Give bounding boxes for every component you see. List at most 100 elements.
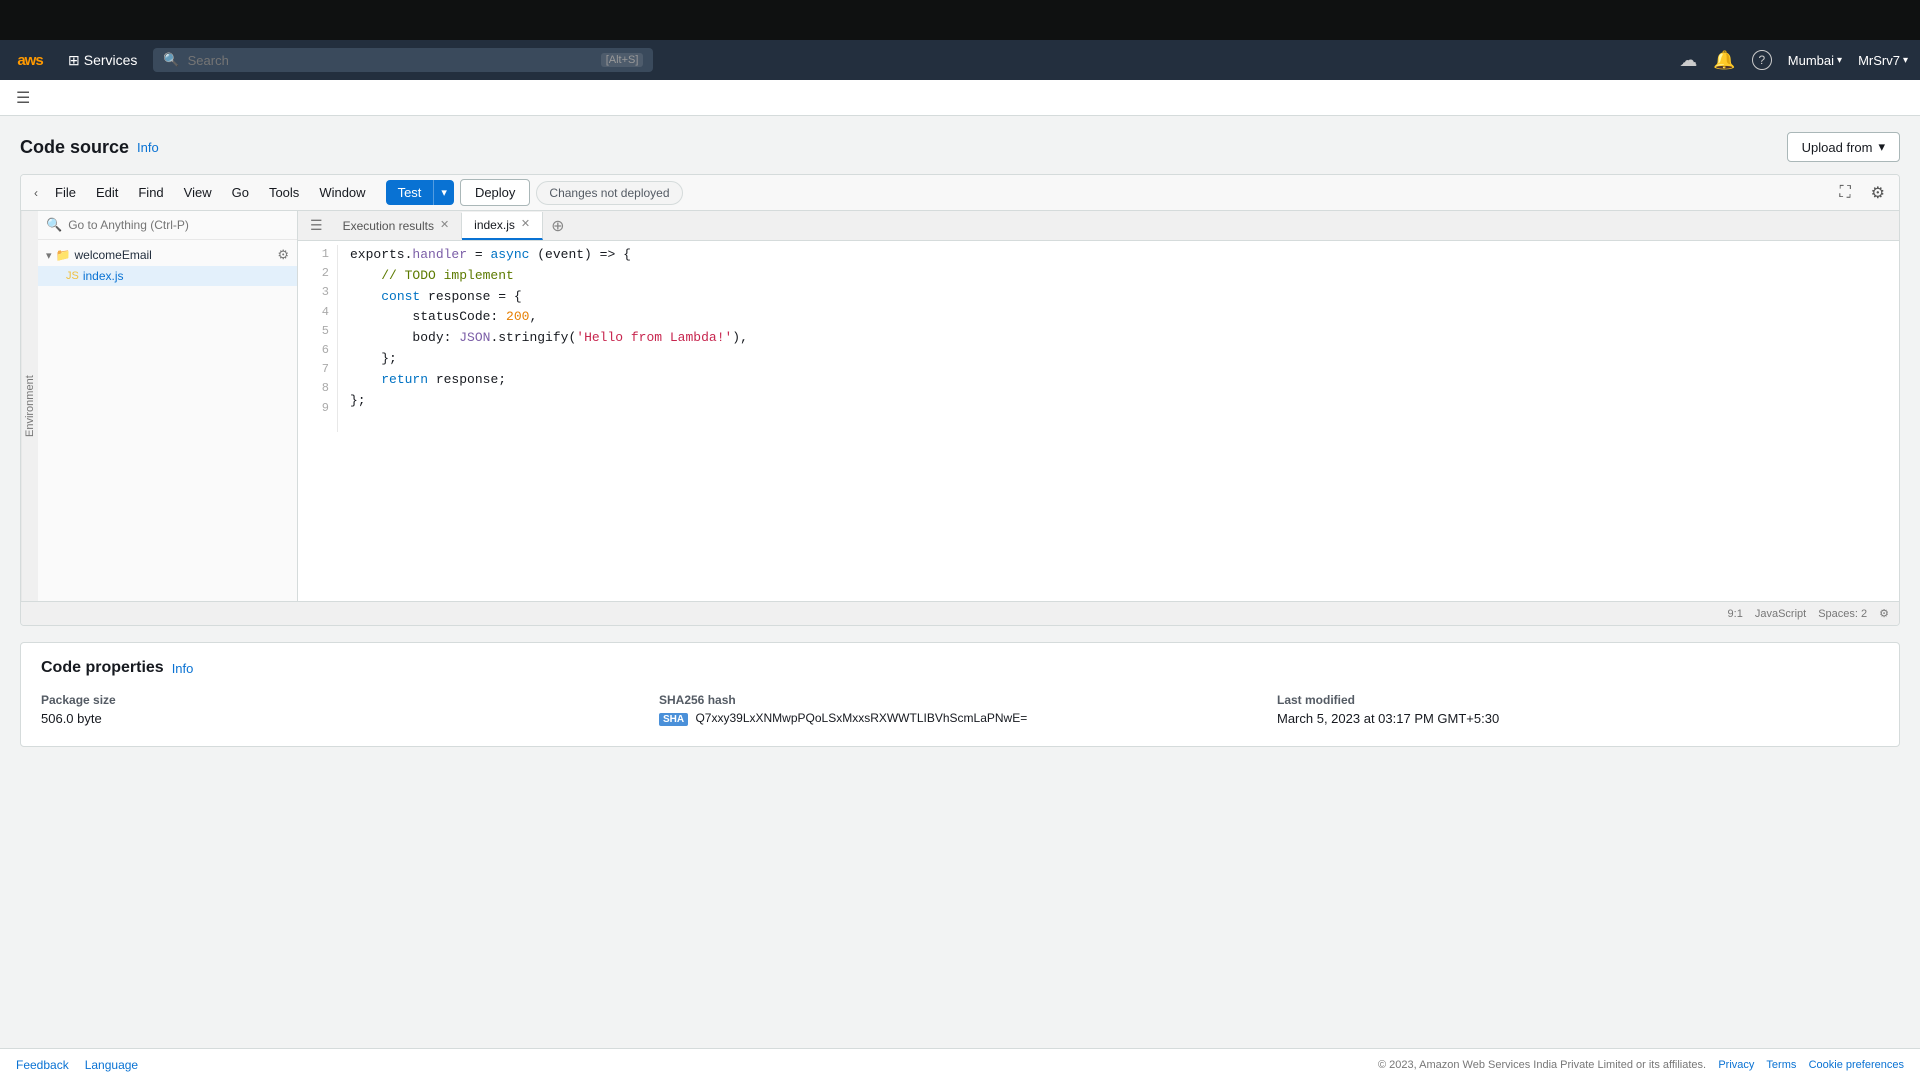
sha256-label: SHA256 hash [659, 693, 1261, 707]
folder-name: welcomeEmail [74, 248, 151, 262]
tab-add-button[interactable]: ⊕ [543, 212, 572, 240]
last-modified-label: Last modified [1277, 693, 1879, 707]
language-mode[interactable]: JavaScript [1755, 608, 1806, 620]
code-lines: exports.handler = async (event) => { // … [338, 245, 1899, 432]
fullscreen-button[interactable]: ⛶ [1833, 181, 1856, 205]
code-line-4: statusCode: 200, [350, 307, 1887, 328]
nav-bar: aws ⊞ Services 🔍 [Alt+S] ☁ 🔔 ? Mumbai ▾ … [0, 40, 1920, 80]
hamburger-icon[interactable]: ☰ [16, 88, 30, 108]
menu-edit[interactable]: Edit [88, 182, 126, 203]
region-selector[interactable]: Mumbai ▾ [1788, 53, 1842, 68]
secondary-nav: ☰ [0, 80, 1920, 116]
code-line-1: exports.handler = async (event) => { [350, 245, 1887, 266]
tab-execution-results-close[interactable]: ✕ [440, 220, 449, 231]
menu-bar: ‹ File Edit Find View Go Tools Window Te… [21, 175, 1899, 211]
test-caret-button[interactable]: ▾ [433, 180, 454, 205]
language-link[interactable]: Language [85, 1058, 138, 1072]
properties-title: Code properties [41, 659, 164, 677]
terms-link[interactable]: Terms [1766, 1059, 1796, 1071]
menu-window[interactable]: Window [311, 182, 373, 203]
code-line-3: const response = { [350, 287, 1887, 308]
footer-left: Feedback Language [16, 1058, 138, 1072]
changes-badge: Changes not deployed [536, 181, 682, 205]
copyright-text: © 2023, Amazon Web Services India Privat… [1378, 1059, 1706, 1071]
user-menu[interactable]: MrSrv7 ▾ [1858, 53, 1908, 68]
aws-logo[interactable]: aws [12, 48, 48, 72]
menu-view[interactable]: View [176, 182, 220, 203]
toolbar-right: ⛶ ⚙ [1833, 180, 1891, 206]
sha256-prop: SHA256 hash SHA Q7xxy39LxXNMwpPQoLSxMxxs… [659, 693, 1261, 726]
spaces-setting[interactable]: Spaces: 2 [1818, 608, 1867, 620]
code-content-area[interactable]: 1 2 3 4 5 6 7 8 9 exports.handler = asyn… [298, 241, 1899, 436]
cookie-link[interactable]: Cookie preferences [1809, 1059, 1904, 1071]
top-bar [0, 0, 1920, 40]
package-size-value: 506.0 byte [41, 711, 643, 726]
bell-icon[interactable]: 🔔 [1713, 50, 1735, 71]
main-content: Code source Info Upload from ▾ ‹ File Ed… [0, 116, 1920, 1080]
properties-header: Code properties Info [41, 659, 1879, 677]
file-explorer: 🔍 ▾ 📁 welcomeEmail ⚙ JS index.js [38, 211, 298, 601]
privacy-link[interactable]: Privacy [1718, 1059, 1754, 1071]
editor-panel: ‹ File Edit Find View Go Tools Window Te… [20, 174, 1900, 626]
line-numbers: 1 2 3 4 5 6 7 8 9 [298, 245, 338, 432]
code-line-7: return response; [350, 370, 1887, 391]
file-index-js[interactable]: JS index.js [38, 266, 297, 286]
deploy-button[interactable]: Deploy [460, 179, 530, 206]
search-input[interactable] [188, 53, 593, 68]
toolbar: Test ▾ Deploy Changes not deployed [386, 179, 683, 206]
sha256-icon: SHA [659, 713, 688, 726]
folder-welcome-email[interactable]: ▾ 📁 welcomeEmail ⚙ [38, 244, 297, 266]
menu-file[interactable]: File [47, 182, 84, 203]
cloud-icon[interactable]: ☁ [1679, 50, 1697, 71]
upload-from-button[interactable]: Upload from ▾ [1787, 132, 1900, 162]
grid-icon: ⊞ [68, 52, 80, 69]
cursor-position[interactable]: 9:1 [1728, 608, 1743, 620]
upload-from-caret: ▾ [1878, 139, 1885, 155]
tab-index-js-close[interactable]: ✕ [521, 219, 530, 230]
test-button[interactable]: Test [386, 180, 434, 205]
menu-arrow-left[interactable]: ‹ [29, 183, 43, 203]
tab-execution-results[interactable]: Execution results ✕ [331, 213, 463, 239]
services-nav[interactable]: ⊞ Services [60, 48, 145, 73]
code-line-5: body: JSON.stringify('Hello from Lambda!… [350, 328, 1887, 349]
code-line-9 [350, 411, 1887, 432]
search-icon: 🔍 [163, 52, 179, 68]
search-shortcut: [Alt+S] [601, 53, 644, 67]
properties-info-link[interactable]: Info [172, 661, 194, 676]
explorer-search-input[interactable] [68, 218, 289, 232]
package-size-label: Package size [41, 693, 643, 707]
file-icon: JS [66, 270, 79, 282]
last-modified-value: March 5, 2023 at 03:17 PM GMT+5:30 [1277, 711, 1879, 726]
tab-pages-icon[interactable]: ☰ [302, 211, 331, 240]
code-line-8: }; [350, 391, 1887, 412]
test-button-group: Test ▾ [386, 180, 454, 205]
user-caret: ▾ [1903, 55, 1908, 66]
environment-label: Environment [21, 211, 38, 601]
services-label: Services [84, 52, 138, 68]
tab-index-js[interactable]: index.js ✕ [462, 212, 543, 240]
search-bar[interactable]: 🔍 [Alt+S] [153, 48, 653, 72]
status-settings-icon[interactable]: ⚙ [1879, 607, 1889, 620]
editor-status-bar: 9:1 JavaScript Spaces: 2 ⚙ [21, 601, 1899, 625]
last-modified-prop: Last modified March 5, 2023 at 03:17 PM … [1277, 693, 1879, 726]
help-icon[interactable]: ? [1752, 50, 1772, 70]
menu-tools[interactable]: Tools [261, 182, 307, 203]
folder-caret: ▾ [46, 249, 52, 262]
folder-gear-icon[interactable]: ⚙ [277, 247, 289, 263]
feedback-link[interactable]: Feedback [16, 1058, 69, 1072]
code-source-header: Code source Info Upload from ▾ [20, 132, 1900, 162]
explorer-search[interactable]: 🔍 [38, 211, 297, 240]
code-source-info-link[interactable]: Info [137, 140, 159, 155]
tab-index-js-label: index.js [474, 218, 515, 232]
tab-execution-results-label: Execution results [343, 219, 434, 233]
code-area: ☰ Execution results ✕ index.js ✕ ⊕ 1 [298, 211, 1899, 601]
code-line-2: // TODO implement [350, 266, 1887, 287]
code-line-6: }; [350, 349, 1887, 370]
tab-bar: ☰ Execution results ✕ index.js ✕ ⊕ [298, 211, 1899, 241]
menu-go[interactable]: Go [224, 182, 257, 203]
explorer-search-icon: 🔍 [46, 217, 62, 233]
menu-find[interactable]: Find [130, 182, 171, 203]
code-properties-section: Code properties Info Package size 506.0 … [20, 642, 1900, 747]
editor-settings-button[interactable]: ⚙ [1865, 180, 1891, 206]
package-size-prop: Package size 506.0 byte [41, 693, 643, 726]
